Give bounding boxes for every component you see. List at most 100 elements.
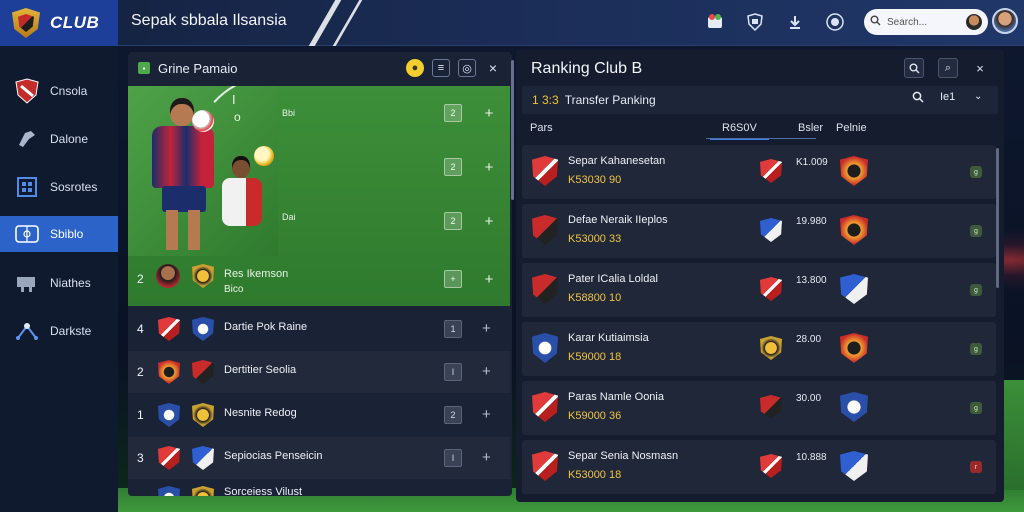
column-header[interactable]: Pars xyxy=(530,122,553,134)
close-icon[interactable]: × xyxy=(484,59,502,77)
add-icon[interactable]: + xyxy=(482,272,496,287)
stat-box[interactable]: 2 xyxy=(444,104,462,122)
list-item[interactable]: 4 Dartie Pok Raine 1 + xyxy=(128,308,510,350)
pitch-grass-side xyxy=(1004,380,1024,490)
action-box[interactable]: + xyxy=(444,270,462,288)
sidebar-item-sosrotes[interactable]: Sosrotes xyxy=(0,169,118,205)
add-icon[interactable]: + xyxy=(482,214,496,229)
club-value: 10.888 xyxy=(796,452,827,463)
club-value: 19.980 xyxy=(796,216,827,227)
top-actions: Search... xyxy=(704,9,988,35)
list-item[interactable]: 3 Sepiocias Penseicin I + xyxy=(128,437,510,479)
sidebar-item-darkste[interactable]: Darkste xyxy=(0,313,118,349)
club-crest-icon xyxy=(158,446,180,470)
list-item[interactable]: Sorceiess Vilust xyxy=(128,480,510,496)
add-icon[interactable]: + xyxy=(482,160,496,175)
search-icon xyxy=(870,13,881,31)
close-icon[interactable]: × xyxy=(970,58,990,78)
player-name: Dartie Pok Raine xyxy=(224,321,308,333)
club-crest-icon xyxy=(532,274,558,304)
column-header[interactable]: Pelnie xyxy=(836,122,867,134)
chevron-down-icon[interactable]: ⌄ xyxy=(974,91,982,102)
action-box[interactable]: I xyxy=(444,363,462,381)
scrollbar[interactable] xyxy=(511,60,514,200)
add-icon[interactable]: + xyxy=(482,106,496,121)
club-name: Karar Kutiaimsia xyxy=(568,332,649,344)
action-box[interactable]: I xyxy=(444,449,462,467)
table-row[interactable]: Paras Namle Oonia K59000 36 30.00 g xyxy=(522,381,996,435)
club-price: K53000 18 xyxy=(568,469,622,481)
sidebar-item-dalone[interactable]: Dalone xyxy=(0,121,118,157)
list-item[interactable]: 2 Dertitier Seolia I + xyxy=(128,351,510,393)
search-input[interactable]: Search... xyxy=(864,9,988,35)
toolbar-title: Transfer Panking xyxy=(564,93,656,107)
notifications-icon[interactable] xyxy=(704,11,726,33)
table-row[interactable]: Pater ICalia Loldal K58800 10 13.800 g xyxy=(522,263,996,317)
squad-panel-header: ▪ Grine Pamaio ● ≡ ◎ × xyxy=(128,52,512,84)
table-row[interactable]: Karar Kutiaimsia K59000 18 28.00 g xyxy=(522,322,996,376)
search-icon[interactable] xyxy=(904,58,924,78)
app-title: Sepak sbbala Ilsansia xyxy=(131,12,287,29)
action-box[interactable]: 1 xyxy=(444,320,462,338)
search-icon[interactable] xyxy=(912,91,924,106)
club-crest-icon xyxy=(840,215,868,245)
logo[interactable]: CLUB xyxy=(0,0,118,46)
sort-select[interactable]: Ie1 xyxy=(940,91,955,103)
player-name: Res Ikemson xyxy=(224,268,289,280)
ranking-panel: Ranking Club B ⌕ × 1 3:3 Transfer Panking… xyxy=(516,50,1004,502)
player-rank: 2 xyxy=(137,365,144,379)
table-row[interactable]: Separ Kahanesetan K53030 90 K1.009 g xyxy=(522,145,996,199)
club-name: Separ Senia Nosmasn xyxy=(568,450,679,462)
club-crest-icon xyxy=(840,156,868,186)
club-name: Paras Namle Oonia xyxy=(568,391,664,403)
sidebar-item-cnsola[interactable]: Cnsola xyxy=(0,73,118,109)
squad-panel-title: Grine Pamaio xyxy=(158,60,238,76)
stat-box[interactable]: 2 xyxy=(444,212,462,230)
club-crest-icon xyxy=(760,218,782,242)
club-crest-icon xyxy=(532,156,558,186)
table-row[interactable]: Defae Neraik IIeplos K53000 33 19.980 g xyxy=(522,204,996,258)
list-item[interactable]: 1 Nesnite Redog 2 + xyxy=(128,394,510,436)
filter-icon[interactable]: ⌕ xyxy=(938,58,958,78)
add-icon[interactable]: + xyxy=(482,449,491,466)
boot-icon xyxy=(14,126,40,152)
club-crest-icon xyxy=(532,451,558,481)
badge-icon[interactable] xyxy=(824,11,846,33)
club-value: 13.800 xyxy=(796,275,827,286)
add-icon[interactable]: + xyxy=(482,363,491,380)
stat-box[interactable]: 2 xyxy=(444,158,462,176)
settings-icon[interactable]: ◎ xyxy=(458,59,476,77)
add-icon[interactable]: + xyxy=(482,406,491,423)
club-crest-icon xyxy=(192,317,214,341)
club-price: K59000 36 xyxy=(568,410,622,422)
player-avatar xyxy=(156,264,180,288)
club-shield-icon xyxy=(12,8,40,38)
sidebar-item-label: Cnsola xyxy=(50,84,88,98)
club-price: K53000 33 xyxy=(568,233,622,245)
user-avatar[interactable] xyxy=(992,8,1018,34)
table-row[interactable]: Separ Senia Nosmasn K53000 18 10.888 r xyxy=(522,440,996,494)
download-icon[interactable] xyxy=(784,11,806,33)
club-crest-icon xyxy=(14,78,40,104)
scrollbar[interactable] xyxy=(996,148,999,288)
panel-tag-icon: ▪ xyxy=(138,62,150,74)
featured-player-card[interactable]: I o Bbi Dai 2 2 2 + + + 2 Res Ikemson Bi… xyxy=(128,86,510,306)
grid-icon xyxy=(14,174,40,200)
ring-label: I xyxy=(232,92,236,107)
sidebar-item-niathes[interactable]: Niathes xyxy=(0,265,118,301)
action-box[interactable]: 2 xyxy=(444,406,462,424)
club-crest-icon xyxy=(760,159,782,183)
coin-icon[interactable]: ● xyxy=(406,59,424,77)
sidebar-item-sbiblo[interactable]: Sbiblo xyxy=(0,216,118,252)
column-header[interactable]: Bsler xyxy=(798,122,823,134)
add-icon[interactable]: + xyxy=(482,320,491,337)
club-crest-icon xyxy=(840,274,868,304)
shield-icon[interactable] xyxy=(744,11,766,33)
club-crest-icon xyxy=(158,317,180,341)
list-icon[interactable]: ≡ xyxy=(432,59,450,77)
player-rank: 3 xyxy=(137,451,144,465)
status-badge: r xyxy=(970,461,982,473)
top-bar: CLUB Sepak sbbala Ilsansia Search... xyxy=(0,0,1024,46)
club-price: K53030 90 xyxy=(568,174,622,186)
pitch-icon xyxy=(14,221,40,247)
